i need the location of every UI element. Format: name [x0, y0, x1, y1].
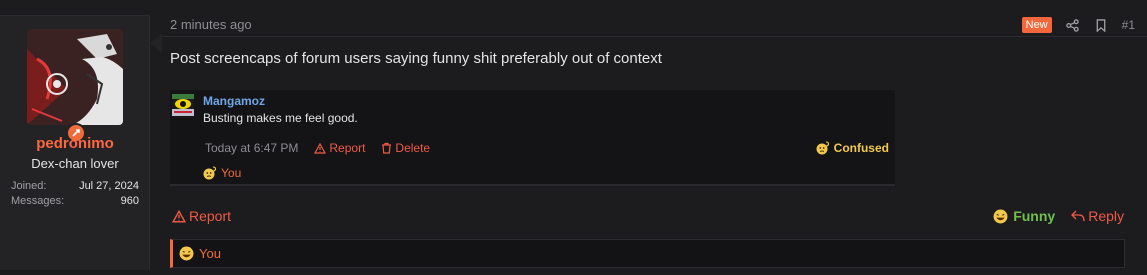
embed-reaction-label: Confused	[833, 141, 889, 155]
report-label: Report	[189, 208, 232, 224]
new-badge: New	[1021, 17, 1052, 33]
post-actions: Funny Reply	[993, 208, 1124, 224]
post-timestamp[interactable]: 2 minutes ago	[170, 17, 252, 32]
warning-triangle-icon	[172, 209, 186, 222]
embed-reaction-summary: You	[203, 166, 241, 180]
avatar[interactable]	[27, 29, 123, 125]
embed-username: Mangamoz	[203, 94, 266, 108]
bookmark-icon[interactable]	[1094, 18, 1108, 32]
embedded-screenshot: Mangamoz Busting makes me feel good. Tod…	[170, 90, 895, 186]
username[interactable]: pedronimo	[0, 135, 150, 152]
user-title: Dex-chan lover	[31, 156, 119, 171]
post-number[interactable]: #1	[1122, 18, 1135, 32]
embed-report-label: Report	[329, 141, 366, 155]
messages-value: 960	[120, 195, 139, 207]
reply-arrow-icon	[1071, 210, 1085, 222]
post-body: Post screencaps of forum users saying fu…	[170, 50, 662, 67]
reactions-you: You	[199, 246, 221, 261]
embed-avatar	[172, 94, 194, 116]
reactions-bar[interactable]: You	[170, 239, 1125, 268]
embed-meta: Today at 6:47 PM Report Delete	[205, 141, 430, 155]
user-info-panel: pedronimo Dex-chan lover Joined: Jul 27,…	[0, 15, 150, 270]
warning-triangle-icon	[314, 142, 327, 154]
laughing-emoji-icon	[993, 209, 1008, 223]
reply-button[interactable]: Reply	[1071, 208, 1124, 224]
laughing-emoji-icon	[179, 246, 194, 261]
embed-delete-label: Delete	[395, 141, 431, 155]
trash-icon	[382, 142, 392, 154]
post-header-actions: New #1	[1021, 17, 1135, 33]
messages-label: Messages:	[11, 195, 65, 207]
embed-reaction: Confused	[816, 141, 889, 155]
post-divider	[163, 36, 1147, 37]
embed-delete: Delete	[381, 141, 430, 155]
embed-report: Report	[314, 141, 365, 155]
joined-label: Joined:	[11, 180, 47, 192]
confused-emoji-icon	[816, 141, 829, 155]
funny-reaction-button[interactable]: Funny	[993, 208, 1055, 224]
embed-message: Busting makes me feel good.	[203, 111, 358, 125]
confused-emoji-icon	[203, 166, 217, 180]
embed-you-label: You	[221, 166, 242, 180]
joined-value: Jul 27, 2024	[79, 180, 139, 192]
embed-time: Today at 6:47 PM	[205, 141, 299, 155]
reply-label: Reply	[1088, 208, 1124, 224]
funny-label: Funny	[1013, 208, 1056, 224]
user-panel-arrow	[150, 33, 162, 53]
share-icon[interactable]	[1066, 18, 1080, 32]
messages-stat: Messages: 960	[11, 195, 139, 207]
joined-stat: Joined: Jul 27, 2024	[11, 180, 139, 192]
report-button[interactable]: Report	[172, 208, 231, 224]
